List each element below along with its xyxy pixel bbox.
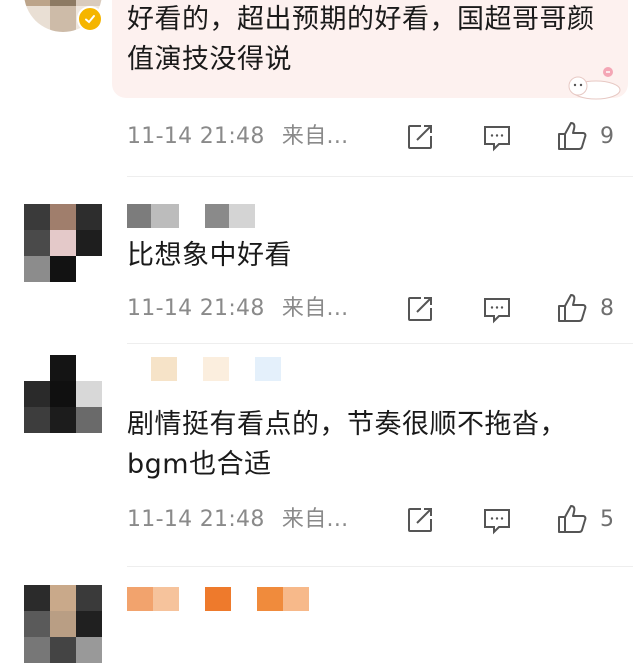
comment-time: 11-14 21:48 [127,296,265,321]
share-icon[interactable] [405,294,439,324]
avatar[interactable] [24,355,102,433]
avatar[interactable] [24,204,102,282]
comment-source[interactable]: 来自... [282,507,348,532]
comment-meta: 11-14 21:48 来自... [127,294,348,324]
like-count: 8 [600,296,614,321]
divider [127,343,633,344]
cat-sticker-icon [556,64,624,100]
comment-text: 比想象中好看 [127,240,292,271]
comment-meta: 11-14 21:48 来自... [127,505,348,535]
share-icon[interactable] [405,122,439,152]
like-count: 9 [600,124,614,149]
comment-icon[interactable] [482,507,516,537]
divider [127,176,633,177]
avatar[interactable] [24,585,102,663]
share-icon[interactable] [405,505,439,535]
thumbs-up-icon[interactable] [556,292,590,322]
like-count: 5 [600,507,614,532]
username[interactable] [127,204,255,228]
username[interactable] [127,357,281,381]
comment-source[interactable]: 来自... [282,124,348,149]
comment-time: 11-14 21:48 [127,507,265,532]
comment-text: 好看的，超出预期的好看，国超哥哥颜值演技没得说 [127,4,595,75]
thumbs-up-icon[interactable] [556,120,590,150]
comment-meta: 11-14 21:48 来自... [127,122,348,152]
thumbs-up-icon[interactable] [556,503,590,533]
comment-text: 剧情挺有看点的，节奏很顺不拖沓，bgm也合适 [127,409,567,480]
verified-badge-icon [77,6,103,32]
comment-icon[interactable] [482,296,516,326]
comment-source[interactable]: 来自... [282,296,348,321]
username[interactable] [127,587,309,611]
comment-time: 11-14 21:48 [127,124,265,149]
divider [127,566,633,567]
comment-icon[interactable] [482,124,516,154]
